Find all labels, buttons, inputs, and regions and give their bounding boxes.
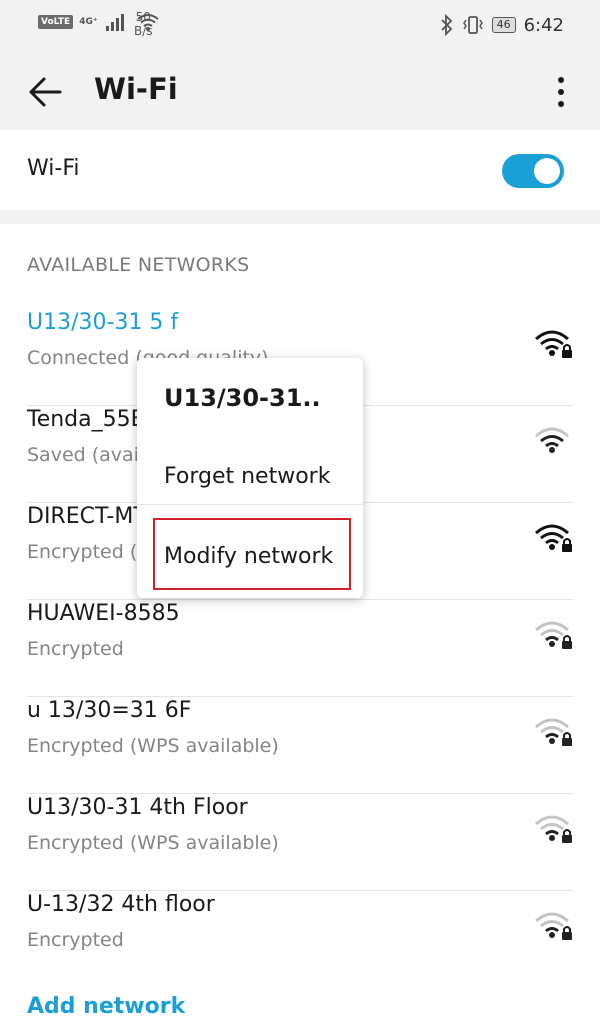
forget-network-option[interactable]: Forget network [164,464,330,489]
section-header: AVAILABLE NETWORKS [27,254,250,276]
cellular-signal-icon [105,14,124,31]
network-name: u 13/30=31 6F [27,698,192,723]
wifi-locked-icon [535,912,572,940]
network-name: U-13/32 4th floor [27,892,215,917]
divider [27,890,573,891]
wifi-locked-icon [535,718,572,746]
app-bar: Wi-Fi [0,52,600,130]
bluetooth-icon [440,14,452,36]
network-status: Encrypted (WPS available) [27,832,279,854]
network-context-menu: U13/30-31.. Forget network Modify networ… [137,358,363,598]
wifi-signal-icon [535,427,569,453]
wifi-locked-icon [535,621,572,649]
network-item[interactable]: U13/30-31 4th Floor Encrypted (WPS avail… [0,795,600,891]
add-network-button[interactable]: Add network [27,994,185,1019]
wifi-toggle-row[interactable]: Wi-Fi [0,130,600,210]
speed-unit: B/s [134,24,153,38]
divider [27,793,573,794]
network-name: Tenda_55E [27,407,145,432]
highlight-box [153,518,351,590]
divider [27,599,573,600]
network-name: DIRECT-MT [27,504,147,529]
context-menu-title: U13/30-31.. [164,384,321,412]
network-status: Encrypted [27,929,124,951]
wifi-locked-icon [535,815,572,843]
wifi-locked-icon [535,524,572,552]
more-options-icon[interactable] [546,72,576,112]
network-name: U13/30-31 5 f [27,310,179,335]
back-arrow-icon[interactable] [26,72,66,112]
status-right: 46 6:42 [440,14,564,36]
wifi-toggle-label: Wi-Fi [27,156,80,181]
network-name: U13/30-31 4th Floor [27,795,248,820]
vibrate-icon [462,16,483,34]
data-speed: 50 B/s [134,10,153,38]
network-item[interactable]: u 13/30=31 6F Encrypted (WPS available) [0,698,600,794]
network-status: Encrypted (WPS available) [27,735,279,757]
divider [27,696,573,697]
toggle-knob [534,158,560,184]
speed-value: 50 [135,10,151,24]
wifi-toggle-switch[interactable] [502,154,564,188]
volte-badge: VoLTE [38,15,74,29]
network-item[interactable]: U-13/32 4th floor Encrypted [0,892,600,988]
wifi-locked-icon [535,330,572,358]
networks-list: AVAILABLE NETWORKS U13/30-31 5 f Connect… [0,224,600,1023]
page-title: Wi-Fi [94,72,178,106]
network-status: Encrypted [27,638,124,660]
battery-indicator: 46 [491,17,516,33]
network-type: 4G⁺ [79,17,98,27]
clock: 6:42 [523,14,564,36]
status-bar: VoLTE 4G⁺ 50 B/s 46 6:42 [0,0,600,52]
network-name: HUAWEI-8585 [27,601,180,626]
menu-divider [137,504,363,505]
network-item[interactable]: HUAWEI-8585 Encrypted [0,601,600,697]
